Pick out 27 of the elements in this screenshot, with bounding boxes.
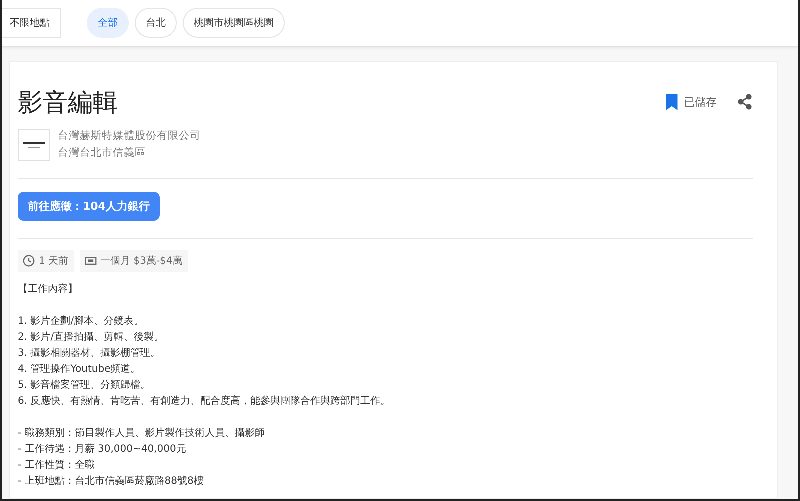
filter-chip[interactable]: 全部	[87, 8, 129, 38]
description-line: 6. 反應快、有熱情、肯吃苦、有創造力、配合度高，能參與團隊合作與跨部門工作。	[18, 394, 392, 409]
description-line: - 上班地點：台北市信義區菸廠路88號8樓	[18, 474, 205, 489]
description-line: 1. 影片企劃/腳本、分鏡表。	[18, 314, 146, 329]
filter-chip[interactable]: 桃園市桃園區桃園	[183, 8, 285, 38]
clock-icon	[23, 255, 35, 267]
info-chip: 1 天前	[18, 250, 74, 272]
bookmark-icon[interactable]	[666, 94, 678, 110]
company-name: 台灣赫斯特媒體股份有限公司	[58, 129, 201, 143]
share-icon[interactable]	[737, 94, 753, 110]
banknote-icon	[84, 255, 97, 267]
description-line: - 工作性質：全職	[18, 458, 96, 473]
job-title: 影音編輯	[18, 87, 118, 119]
description-line: - 工作待遇：月薪 30,000~40,000元	[18, 442, 188, 457]
description-line: 3. 攝影相關器材、攝影棚管理。	[18, 346, 162, 361]
description-line: 2. 影片/直播拍攝、剪輯、後製。	[18, 330, 166, 345]
company-location: 台灣台北市信義區	[58, 146, 147, 160]
location-filter[interactable]: 不限地點	[2, 8, 61, 38]
section-heading: 【工作內容】	[18, 282, 79, 297]
description-line: 5. 影音檔案管理、分類歸檔。	[18, 378, 152, 393]
apply-button[interactable]: 前往應徵：104人力銀行	[18, 192, 160, 221]
save-label[interactable]: 已儲存	[684, 94, 717, 110]
description-line: 4. 管理操作Youtube頻道。	[18, 363, 142, 377]
company-logo	[18, 129, 50, 161]
info-chip: 一個月 $3萬-$4萬	[80, 250, 188, 272]
filter-chip[interactable]: 台北	[135, 8, 177, 38]
description-line: - 職務類別：節目製作人員、影片製作技術人員、攝影師	[18, 426, 266, 441]
